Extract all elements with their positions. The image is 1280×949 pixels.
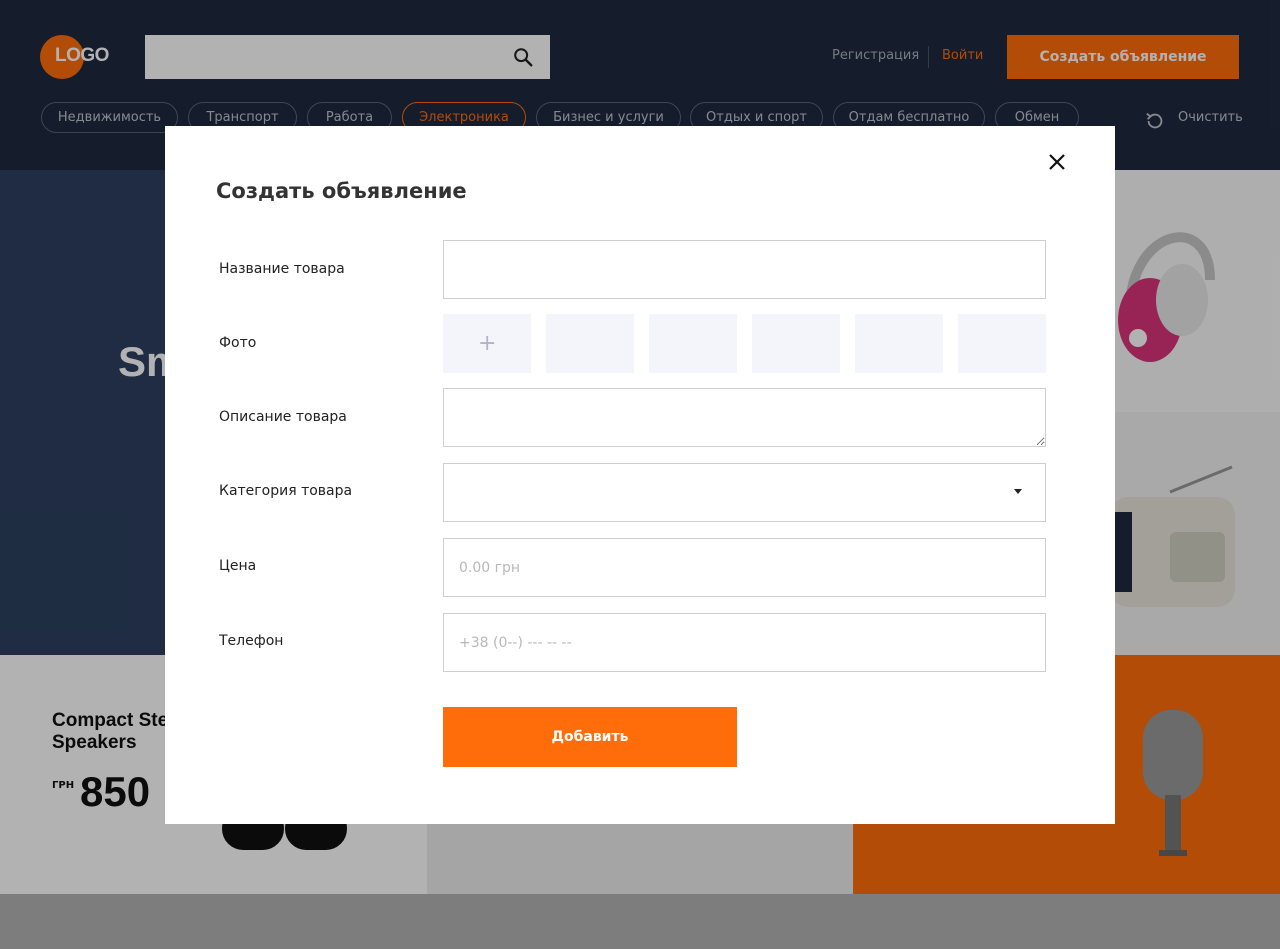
photo-slot[interactable] <box>752 314 840 373</box>
product-name-input[interactable] <box>443 240 1046 299</box>
description-textarea[interactable] <box>443 388 1046 447</box>
close-icon[interactable] <box>1047 152 1067 172</box>
submit-button[interactable]: Добавить <box>443 707 737 767</box>
photo-slot[interactable] <box>958 314 1046 373</box>
photo-slot[interactable] <box>649 314 737 373</box>
phone-input[interactable] <box>443 613 1046 672</box>
chevron-down-icon <box>1014 489 1022 494</box>
description-label: Описание товара <box>219 409 347 425</box>
modal-title: Создать объявление <box>216 179 467 203</box>
price-input[interactable] <box>443 538 1046 597</box>
category-label: Категория товара <box>219 483 353 499</box>
photo-slot[interactable] <box>546 314 634 373</box>
phone-label: Телефон <box>219 633 284 649</box>
photo-slot[interactable] <box>855 314 943 373</box>
category-select[interactable] <box>443 463 1046 522</box>
plus-icon: + <box>478 331 497 356</box>
photo-label: Фото <box>219 335 257 351</box>
price-label: Цена <box>219 558 257 574</box>
name-label: Название товара <box>219 261 345 277</box>
